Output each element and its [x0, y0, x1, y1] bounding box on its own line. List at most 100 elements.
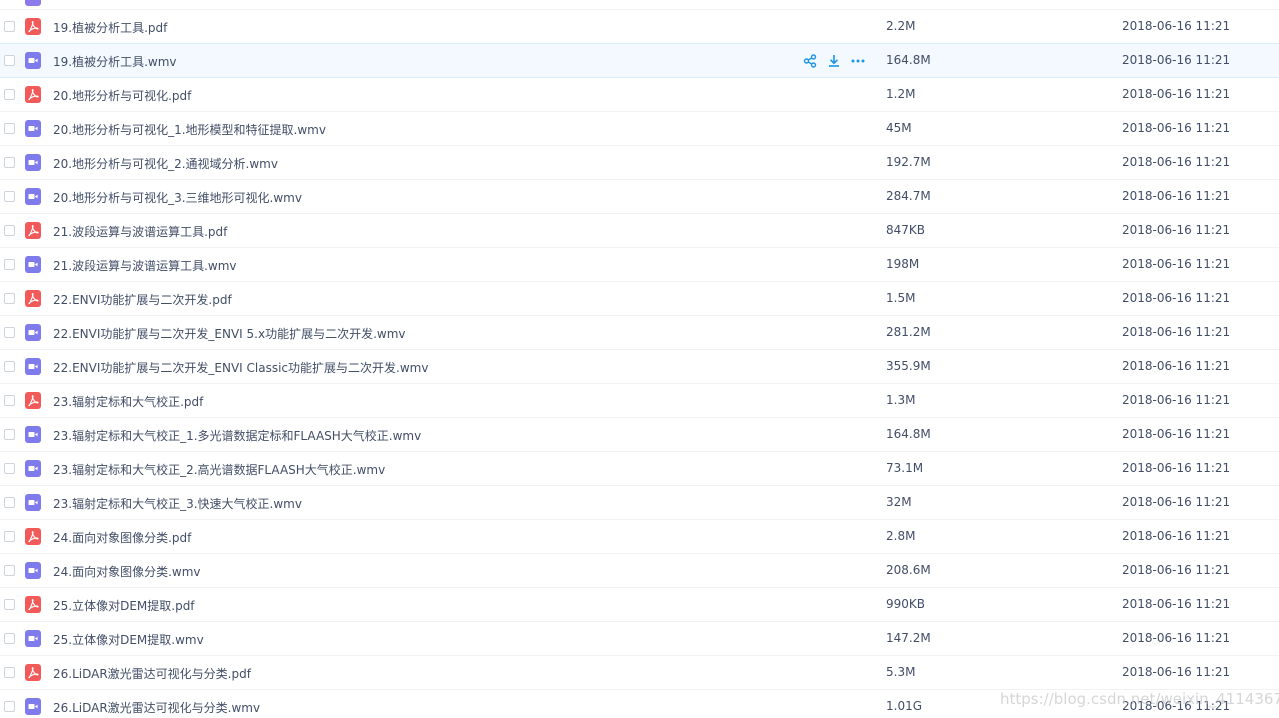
file-name[interactable]: 25.立体像对DEM提取.pdf [53, 597, 195, 614]
video-file-icon [25, 562, 41, 579]
file-name[interactable]: 22.ENVI功能扩展与二次开发_ENVI Classic功能扩展与二次开发.w… [53, 359, 428, 376]
file-name[interactable]: 26.LiDAR激光雷达可视化与分类.pdf [53, 665, 251, 682]
download-icon[interactable] [826, 53, 842, 69]
file-size: 198M [886, 257, 920, 271]
file-date: 2018-06-16 11:21 [1122, 19, 1231, 33]
row-checkbox[interactable] [4, 463, 15, 474]
file-row[interactable]: 19.植被分析工具.wmv 164.8M 2018-06-16 11:21 [0, 43, 1279, 78]
file-name[interactable]: 23.辐射定标和大气校正_1.多光谱数据定标和FLAASH大气校正.wmv [53, 427, 421, 444]
pdf-file-icon [25, 18, 41, 35]
row-checkbox[interactable] [4, 497, 15, 508]
row-checkbox[interactable] [4, 89, 15, 100]
file-date: 2018-06-16 11:21 [1122, 495, 1231, 509]
file-date: 2018-06-16 11:21 [1122, 563, 1231, 577]
file-row[interactable]: 26.LiDAR激光雷达可视化与分类.pdf 5.3M 2018-06-16 1… [0, 656, 1279, 690]
file-date: 2018-06-16 11:21 [1122, 121, 1231, 135]
file-row[interactable]: 21.波段运算与波谱运算工具.wmv 198M 2018-06-16 11:21 [0, 248, 1279, 282]
file-row[interactable]: 25.立体像对DEM提取.wmv 147.2M 2018-06-16 11:21 [0, 622, 1279, 656]
file-row[interactable]: 22.ENVI功能扩展与二次开发_ENVI Classic功能扩展与二次开发.w… [0, 350, 1279, 384]
file-size: 1.3M [886, 393, 916, 407]
row-checkbox[interactable] [4, 565, 15, 576]
file-row[interactable]: 23.辐射定标和大气校正_1.多光谱数据定标和FLAASH大气校正.wmv 16… [0, 418, 1279, 452]
video-file-icon [25, 358, 41, 375]
video-file-icon [25, 324, 41, 341]
file-row[interactable]: 23.辐射定标和大气校正_2.高光谱数据FLAASH大气校正.wmv 73.1M… [0, 452, 1279, 486]
file-size: 284.7M [886, 189, 931, 203]
row-checkbox[interactable] [4, 157, 15, 168]
row-checkbox[interactable] [4, 667, 15, 678]
file-date: 2018-06-16 11:21 [1122, 155, 1231, 169]
row-checkbox[interactable] [4, 259, 15, 270]
row-checkbox[interactable] [4, 633, 15, 644]
file-name[interactable]: 19.植被分析工具.wmv [53, 53, 177, 70]
file-name[interactable]: 23.辐射定标和大气校正.pdf [53, 393, 203, 410]
video-file-icon [25, 630, 41, 647]
file-date: 2018-06-16 11:21 [1122, 87, 1231, 101]
file-row[interactable]: 20.地形分析与可视化_1.地形模型和特征提取.wmv 45M 2018-06-… [0, 112, 1279, 146]
file-name[interactable]: 23.辐射定标和大气校正_3.快速大气校正.wmv [53, 495, 302, 512]
row-checkbox[interactable] [4, 429, 15, 440]
file-row[interactable]: 24.面向对象图像分类.pdf 2.8M 2018-06-16 11:21 [0, 520, 1279, 554]
pdf-file-icon [25, 86, 41, 103]
file-name[interactable]: 20.地形分析与可视化_1.地形模型和特征提取.wmv [53, 121, 326, 138]
file-name[interactable]: 21.波段运算与波谱运算工具.pdf [53, 223, 227, 240]
more-icon[interactable] [850, 53, 866, 69]
row-checkbox[interactable] [4, 361, 15, 372]
pdf-file-icon [25, 596, 41, 613]
file-size: 164.8M [886, 427, 931, 441]
video-file-icon [25, 426, 41, 443]
row-checkbox[interactable] [4, 293, 15, 304]
row-checkbox[interactable] [4, 225, 15, 236]
row-checkbox[interactable] [4, 123, 15, 134]
row-checkbox[interactable] [4, 55, 15, 66]
file-row[interactable]: 20.地形分析与可视化.pdf 1.2M 2018-06-16 11:21 [0, 78, 1279, 112]
file-name[interactable]: 21.波段运算与波谱运算工具.wmv [53, 257, 237, 274]
file-name[interactable]: 25.立体像对DEM提取.wmv [53, 631, 204, 648]
file-date: 2018-06-16 11:21 [1122, 325, 1231, 339]
file-date: 2018-06-16 11:21 [1122, 461, 1231, 475]
file-date: 2018-06-16 11:21 [1122, 529, 1231, 543]
file-row[interactable]: 25.立体像对DEM提取.pdf 990KB 2018-06-16 11:21 [0, 588, 1279, 622]
file-name[interactable]: 20.地形分析与可视化_3.三维地形可视化.wmv [53, 189, 302, 206]
row-checkbox[interactable] [4, 327, 15, 338]
file-row[interactable]: 20.地形分析与可视化_3.三维地形可视化.wmv 284.7M 2018-06… [0, 180, 1279, 214]
file-row[interactable]: 23.辐射定标和大气校正_3.快速大气校正.wmv 32M 2018-06-16… [0, 486, 1279, 520]
pdf-file-icon [25, 392, 41, 409]
pdf-file-icon [25, 290, 41, 307]
file-row[interactable]: 23.辐射定标和大气校正.pdf 1.3M 2018-06-16 11:21 [0, 384, 1279, 418]
file-size: 164.8M [886, 53, 931, 67]
file-row[interactable]: 24.面向对象图像分类.wmv 208.6M 2018-06-16 11:21 [0, 554, 1279, 588]
row-checkbox[interactable] [4, 21, 15, 32]
file-name[interactable]: 24.面向对象图像分类.wmv [53, 563, 201, 580]
row-checkbox[interactable] [4, 599, 15, 610]
file-name[interactable]: 22.ENVI功能扩展与二次开发.pdf [53, 291, 232, 308]
file-size: 355.9M [886, 359, 931, 373]
file-date: 2018-06-16 11:21 [1122, 359, 1231, 373]
video-file-icon [25, 698, 41, 715]
file-size: 281.2M [886, 325, 931, 339]
file-size: 5.3M [886, 665, 916, 679]
file-size: 2.8M [886, 529, 916, 543]
row-checkbox[interactable] [4, 701, 15, 712]
file-date: 2018-06-16 11:21 [1122, 291, 1231, 305]
file-name[interactable]: 22.ENVI功能扩展与二次开发_ENVI 5.x功能扩展与二次开发.wmv [53, 325, 405, 342]
file-row[interactable]: 20.地形分析与可视化_2.通视域分析.wmv 192.7M 2018-06-1… [0, 146, 1279, 180]
share-icon[interactable] [802, 53, 818, 69]
video-file-icon [25, 154, 41, 171]
file-name[interactable]: 19.植被分析工具.pdf [53, 19, 167, 36]
file-name[interactable]: 23.辐射定标和大气校正_2.高光谱数据FLAASH大气校正.wmv [53, 461, 385, 478]
file-row[interactable]: 19.植被分析工具.pdf 2.2M 2018-06-16 11:21 [0, 10, 1279, 44]
file-row[interactable]: 26.LiDAR激光雷达可视化与分类.wmv 1.01G 2018-06-16 … [0, 690, 1279, 718]
file-row[interactable]: 22.ENVI功能扩展与二次开发.pdf 1.5M 2018-06-16 11:… [0, 282, 1279, 316]
row-checkbox[interactable] [4, 191, 15, 202]
video-file-icon [25, 120, 41, 137]
file-row[interactable]: 21.波段运算与波谱运算工具.pdf 847KB 2018-06-16 11:2… [0, 214, 1279, 248]
file-name[interactable]: 26.LiDAR激光雷达可视化与分类.wmv [53, 699, 260, 716]
file-name[interactable]: 24.面向对象图像分类.pdf [53, 529, 191, 546]
row-checkbox[interactable] [4, 395, 15, 406]
file-name[interactable]: 20.地形分析与可视化_2.通视域分析.wmv [53, 155, 278, 172]
file-list: 19.植被分析工具.pdf 2.2M 2018-06-16 11:21 19.植… [0, 0, 1279, 718]
file-row[interactable]: 22.ENVI功能扩展与二次开发_ENVI 5.x功能扩展与二次开发.wmv 2… [0, 316, 1279, 350]
file-name[interactable]: 20.地形分析与可视化.pdf [53, 87, 191, 104]
row-checkbox[interactable] [4, 531, 15, 542]
